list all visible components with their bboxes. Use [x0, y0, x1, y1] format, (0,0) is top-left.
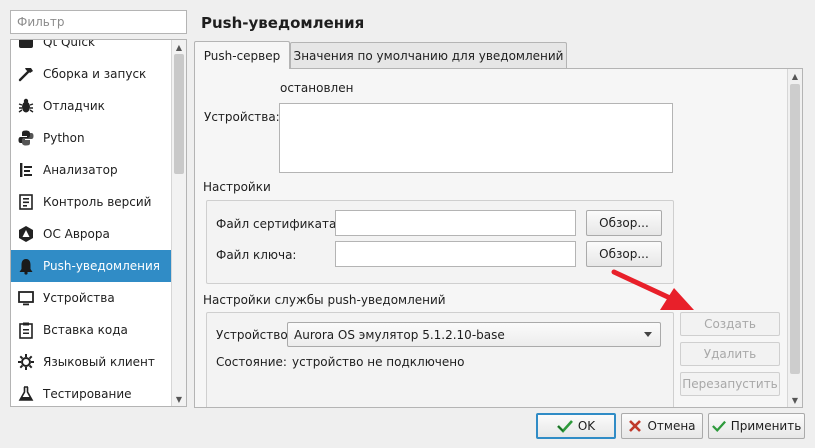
language-client-icon	[17, 353, 35, 371]
panel-scrollbar-thumb[interactable]	[790, 84, 800, 374]
sidebar-item-debugger[interactable]: Отладчик	[11, 90, 171, 122]
scroll-down-arrow-icon[interactable]: ▼	[788, 393, 802, 407]
sidebar-item-python[interactable]: Python	[11, 122, 171, 154]
browse-cert-button[interactable]: Обзор...	[586, 210, 662, 236]
python-icon	[17, 129, 35, 147]
filter-input[interactable]	[10, 10, 187, 34]
chevron-down-icon	[644, 332, 652, 337]
scroll-up-arrow-icon[interactable]: ▲	[172, 40, 186, 54]
sidebar-item-label: Анализатор	[43, 163, 118, 177]
version-control-icon	[17, 193, 35, 211]
scroll-up-arrow-icon[interactable]: ▲	[788, 69, 802, 83]
sidebar-item-testing[interactable]: Тестирование	[11, 378, 171, 406]
checkmark-icon	[711, 419, 726, 433]
devices-label: Устройства:	[204, 110, 280, 124]
page-title: Push-уведомления	[201, 14, 365, 32]
key-label: Файл ключа:	[216, 248, 297, 262]
sidebar-item-label: Тестирование	[43, 387, 132, 401]
cancel-button[interactable]: Отмена	[621, 413, 703, 439]
apply-button-label: Применить	[730, 419, 802, 433]
sidebar-scrollbar[interactable]: ▲ ▼	[171, 40, 186, 406]
sidebar: Qt Quick Сборка и запуск Отладчик Python…	[10, 39, 187, 407]
sidebar-item-code-snippets[interactable]: Вставка кода	[11, 314, 171, 346]
state-value: устройство не подключено	[292, 355, 465, 369]
settings-title: Настройки	[203, 180, 271, 194]
server-status: остановлен	[280, 81, 354, 95]
hammer-icon	[17, 65, 35, 83]
flask-icon	[17, 385, 35, 403]
sidebar-item-aurora-os[interactable]: ОС Аврора	[11, 218, 171, 250]
bug-icon	[17, 97, 35, 115]
sidebar-item-label: Вставка кода	[43, 323, 128, 337]
tab-notification-defaults[interactable]: Значения по умолчанию для уведомлений	[290, 42, 567, 68]
key-file-field[interactable]	[335, 241, 576, 267]
apply-button[interactable]: Применить	[708, 413, 805, 439]
cancel-button-label: Отмена	[647, 419, 696, 433]
cert-label: Файл сертификата:	[216, 217, 341, 231]
ok-button[interactable]: OK	[536, 413, 616, 439]
device-combobox-value: Aurora OS эмулятор 5.1.2.10-base	[294, 327, 505, 342]
sidebar-item-analyzer[interactable]: Анализатор	[11, 154, 171, 186]
panel-scrollbar[interactable]: ▲ ▼	[787, 69, 802, 407]
sidebar-item-qt-quick[interactable]: Qt Quick	[11, 39, 171, 58]
monitor-icon	[17, 289, 35, 307]
sidebar-item-version-control[interactable]: Контроль версий	[11, 186, 171, 218]
annotation-arrow-icon	[611, 269, 694, 310]
sidebar-item-label: Отладчик	[43, 99, 105, 113]
service-settings-title: Настройки службы push-уведомлений	[203, 293, 446, 307]
clipboard-icon	[17, 321, 35, 339]
sidebar-list: Qt Quick Сборка и запуск Отладчик Python…	[11, 39, 171, 406]
aurora-icon	[17, 225, 35, 243]
device-combobox[interactable]: Aurora OS эмулятор 5.1.2.10-base	[287, 322, 661, 347]
sidebar-item-build-run[interactable]: Сборка и запуск	[11, 58, 171, 90]
device-label: Устройство:	[216, 328, 292, 342]
cancel-icon	[628, 419, 642, 433]
tab-push-server[interactable]: Push-сервер	[194, 41, 290, 69]
sidebar-item-label: ОС Аврора	[43, 227, 110, 241]
sidebar-item-label: Сборка и запуск	[43, 67, 147, 81]
restart-button[interactable]: Перезапустить	[680, 372, 780, 396]
sidebar-item-language-client[interactable]: Языковый клиент	[11, 346, 171, 378]
cert-file-field[interactable]	[335, 210, 576, 236]
sidebar-item-devices[interactable]: Устройства	[11, 282, 171, 314]
sidebar-item-label: Push-уведомления	[43, 259, 160, 273]
sidebar-item-label: Устройства	[43, 291, 115, 305]
delete-button[interactable]: Удалить	[680, 342, 780, 366]
sidebar-item-label: Qt Quick	[43, 39, 95, 49]
sidebar-item-label: Контроль версий	[43, 195, 152, 209]
scroll-down-arrow-icon[interactable]: ▼	[172, 392, 186, 406]
sidebar-item-push-notifications[interactable]: Push-уведомления	[11, 250, 171, 282]
sidebar-scrollbar-thumb[interactable]	[174, 54, 184, 174]
sidebar-item-label: Python	[43, 131, 85, 145]
devices-list[interactable]	[279, 103, 673, 173]
checkmark-icon	[556, 419, 573, 433]
analyzer-icon	[17, 161, 35, 179]
sidebar-item-label: Языковый клиент	[43, 355, 155, 369]
qt-quick-icon	[17, 40, 35, 51]
ok-button-label: OK	[577, 419, 596, 433]
bell-icon	[17, 257, 35, 275]
tab-panel: остановлен Устройства: Настройки Файл се…	[194, 68, 803, 408]
state-label: Состояние:	[216, 355, 287, 369]
